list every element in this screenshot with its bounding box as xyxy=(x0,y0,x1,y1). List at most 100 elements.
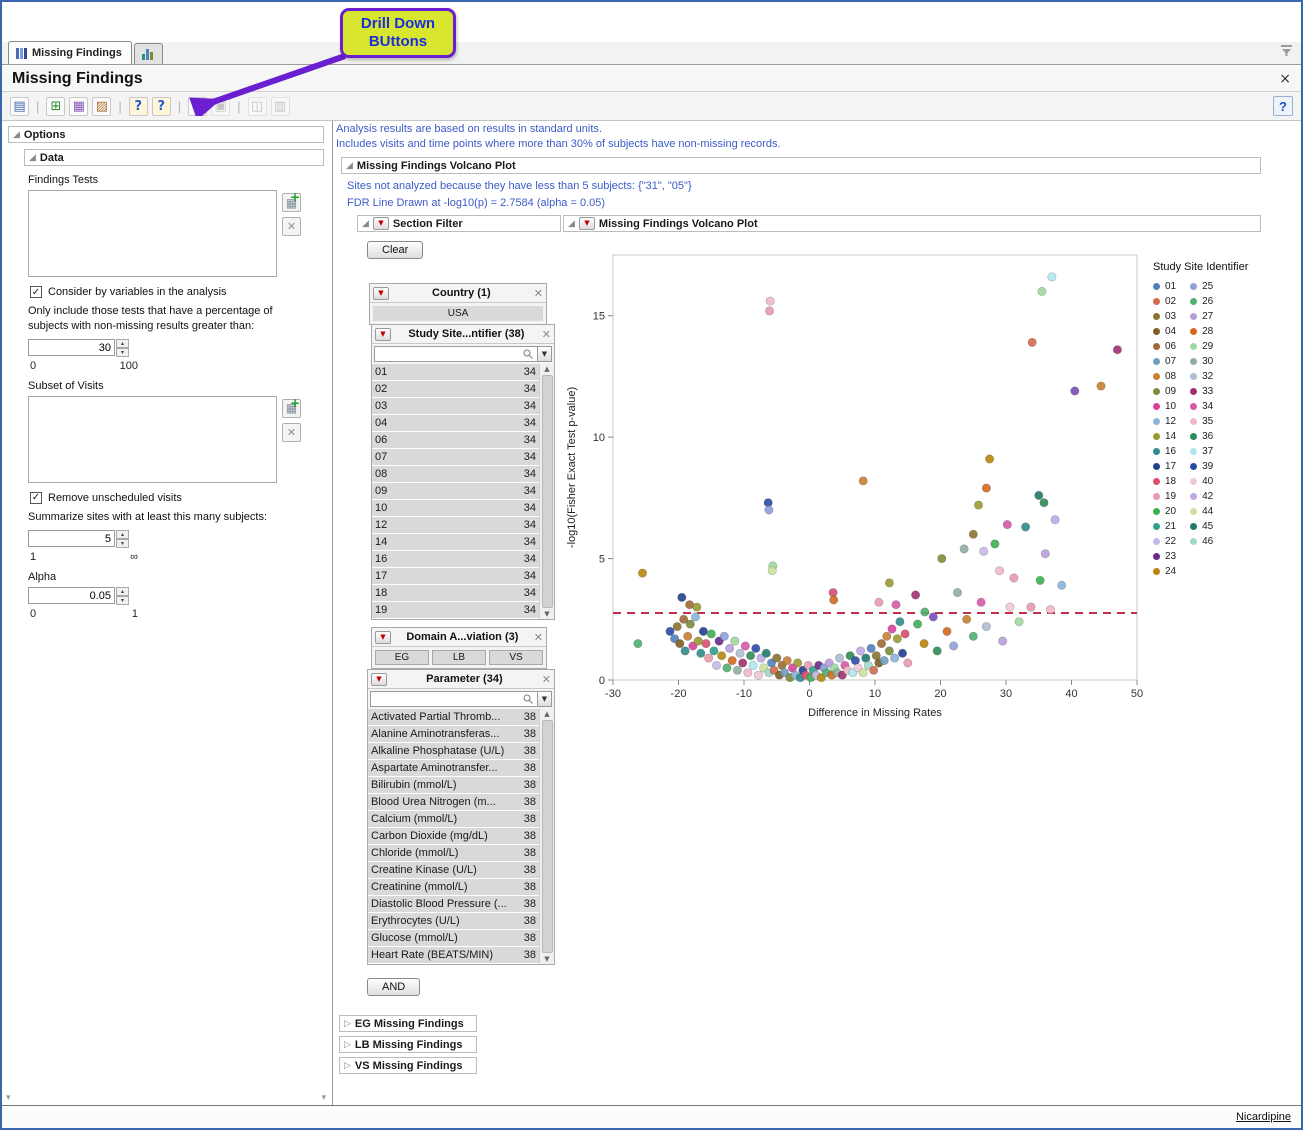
legend-item-04[interactable]: 04 xyxy=(1153,324,1176,339)
legend-item-03[interactable]: 03 xyxy=(1153,309,1176,324)
legend-item-12[interactable]: 12 xyxy=(1153,414,1176,429)
red-triangle-icon[interactable]: ▼ xyxy=(373,287,389,300)
red-triangle-icon[interactable]: ▼ xyxy=(371,673,387,686)
parameter-list-row[interactable]: Activated Partial Thromb...38 xyxy=(368,709,539,726)
legend-item-27[interactable]: 27 xyxy=(1190,309,1213,324)
legend-item-45[interactable]: 45 xyxy=(1190,519,1213,534)
legend-item-01[interactable]: 01 xyxy=(1153,279,1176,294)
domain-button-vs[interactable]: VS xyxy=(489,650,543,665)
legend-item-23[interactable]: 23 xyxy=(1153,549,1176,564)
outline-volcano-plot[interactable]: ◢ Missing Findings Volcano Plot xyxy=(341,157,1261,174)
panel-scroll-right-icon[interactable]: ▾ xyxy=(321,1093,326,1103)
parameter-list-row[interactable]: Diastolic Blood Pressure (...38 xyxy=(368,896,539,913)
domain-button-eg[interactable]: EG xyxy=(375,650,429,665)
legend-item-07[interactable]: 07 xyxy=(1153,354,1176,369)
save-report-icon[interactable]: ▦ xyxy=(69,97,88,116)
site-list-row[interactable]: 1634 xyxy=(372,551,539,568)
parameter-list-row[interactable]: Creatine Kinase (U/L)38 xyxy=(368,862,539,879)
red-triangle-icon[interactable]: ▼ xyxy=(373,217,389,230)
outline-section-filter[interactable]: ◢ ▼ Section Filter xyxy=(357,215,561,232)
legend-item-44[interactable]: 44 xyxy=(1190,504,1213,519)
relaunch-analysis-icon[interactable]: ? xyxy=(152,97,171,116)
add-data-table-icon[interactable]: ⊞ xyxy=(46,97,65,116)
clear-tests-icon[interactable]: ✕ xyxy=(282,217,301,236)
outline-eg-missing-findings[interactable]: ▷EG Missing Findings xyxy=(339,1015,477,1032)
legend-item-22[interactable]: 22 xyxy=(1153,534,1176,549)
legend-item-36[interactable]: 36 xyxy=(1190,429,1213,444)
percent-spinner[interactable]: ▴▾ xyxy=(116,339,129,357)
close-filter-icon[interactable]: ✕ xyxy=(542,328,551,341)
legend-item-09[interactable]: 09 xyxy=(1153,384,1176,399)
findings-tests-listbox[interactable] xyxy=(28,190,277,277)
parameter-list-row[interactable]: Carbon Dioxide (mg/dL)38 xyxy=(368,828,539,845)
legend-item-25[interactable]: 25 xyxy=(1190,279,1213,294)
outline-options[interactable]: ◢ Options xyxy=(8,126,324,143)
legend-item-24[interactable]: 24 xyxy=(1153,564,1176,579)
parameter-search-input[interactable] xyxy=(370,691,538,707)
legend-item-20[interactable]: 20 xyxy=(1153,504,1176,519)
legend-item-18[interactable]: 18 xyxy=(1153,474,1176,489)
legend-item-14[interactable]: 14 xyxy=(1153,429,1176,444)
legend-item-21[interactable]: 21 xyxy=(1153,519,1176,534)
volcano-plot[interactable]: -30-20-1001020304050051015Difference in … xyxy=(563,239,1153,729)
tab-missing-findings[interactable]: Missing Findings xyxy=(8,41,132,64)
clear-visits-icon[interactable]: ✕ xyxy=(282,423,301,442)
disclosure-closed-icon[interactable]: ▷ xyxy=(344,1040,351,1050)
site-list-row[interactable]: 0334 xyxy=(372,398,539,415)
outline-lb-missing-findings[interactable]: ▷LB Missing Findings xyxy=(339,1036,477,1053)
parameter-list-row[interactable]: Bilirubin (mmol/L)38 xyxy=(368,777,539,794)
disclosure-open-icon[interactable]: ◢ xyxy=(362,219,369,229)
site-list-row[interactable]: 1434 xyxy=(372,534,539,551)
legend-item-32[interactable]: 32 xyxy=(1190,369,1213,384)
site-list-row[interactable]: 0734 xyxy=(372,449,539,466)
min-subjects-input[interactable] xyxy=(28,530,115,547)
site-list-row[interactable]: 1034 xyxy=(372,500,539,517)
parameter-list-row[interactable]: Chloride (mmol/L)38 xyxy=(368,845,539,862)
parameter-list-row[interactable]: Alanine Aminotransferas...38 xyxy=(368,726,539,743)
close-filter-icon[interactable]: ✕ xyxy=(542,673,551,686)
site-list-row[interactable]: 0834 xyxy=(372,466,539,483)
panel-scroll-left-icon[interactable]: ▾ xyxy=(6,1093,11,1103)
legend-item-39[interactable]: 39 xyxy=(1190,459,1213,474)
legend-item-02[interactable]: 02 xyxy=(1153,294,1176,309)
parameter-list-row[interactable]: Erythrocytes (U/L)38 xyxy=(368,913,539,930)
legend-item-46[interactable]: 46 xyxy=(1190,534,1213,549)
legend-item-40[interactable]: 40 xyxy=(1190,474,1213,489)
red-triangle-icon[interactable]: ▼ xyxy=(579,217,595,230)
site-list-row[interactable]: 1934 xyxy=(372,602,539,619)
red-triangle-icon[interactable]: ▼ xyxy=(375,631,391,644)
disclosure-closed-icon[interactable]: ▷ xyxy=(344,1019,351,1029)
legend-item-10[interactable]: 10 xyxy=(1153,399,1176,414)
red-triangle-icon[interactable]: ▼ xyxy=(375,328,391,341)
percent-input[interactable] xyxy=(28,339,115,356)
alpha-spinner[interactable]: ▴▾ xyxy=(116,587,129,605)
reopen-dialog-icon[interactable]: ? xyxy=(129,97,148,116)
close-filter-icon[interactable]: ✕ xyxy=(534,631,543,644)
legend-item-35[interactable]: 35 xyxy=(1190,414,1213,429)
site-list-row[interactable]: 1734 xyxy=(372,568,539,585)
site-list-row[interactable]: 0134 xyxy=(372,364,539,381)
new-report-icon[interactable]: ▤ xyxy=(10,97,29,116)
legend-item-29[interactable]: 29 xyxy=(1190,339,1213,354)
tab-chart[interactable] xyxy=(134,43,163,64)
disclosure-open-icon[interactable]: ◢ xyxy=(13,130,20,140)
site-list-row[interactable]: 0234 xyxy=(372,381,539,398)
legend-item-37[interactable]: 37 xyxy=(1190,444,1213,459)
close-icon[interactable]: × xyxy=(1279,71,1291,87)
legend-item-42[interactable]: 42 xyxy=(1190,489,1213,504)
site-search-input[interactable] xyxy=(374,346,538,362)
min-subjects-spinner[interactable]: ▴▾ xyxy=(116,530,129,548)
add-tests-icon[interactable]: ▦+ xyxy=(282,193,301,212)
and-button[interactable]: AND xyxy=(367,978,420,996)
parameter-list-row[interactable]: Creatinine (mmol/L)38 xyxy=(368,879,539,896)
disclosure-closed-icon[interactable]: ▷ xyxy=(344,1061,351,1071)
parameter-list-row[interactable]: Calcium (mmol/L)38 xyxy=(368,811,539,828)
clear-button[interactable]: Clear xyxy=(367,241,423,259)
site-list-row[interactable]: 1834 xyxy=(372,585,539,602)
country-item[interactable]: USA xyxy=(373,306,543,321)
parameter-list-row[interactable]: Aspartate Aminotransfer...38 xyxy=(368,760,539,777)
domain-button-lb[interactable]: LB xyxy=(432,650,486,665)
parameter-list-row[interactable]: Alkaline Phosphatase (U/L)38 xyxy=(368,743,539,760)
site-list-scrollbar[interactable]: ▲▼ xyxy=(539,364,554,619)
site-list-row[interactable]: 0434 xyxy=(372,415,539,432)
